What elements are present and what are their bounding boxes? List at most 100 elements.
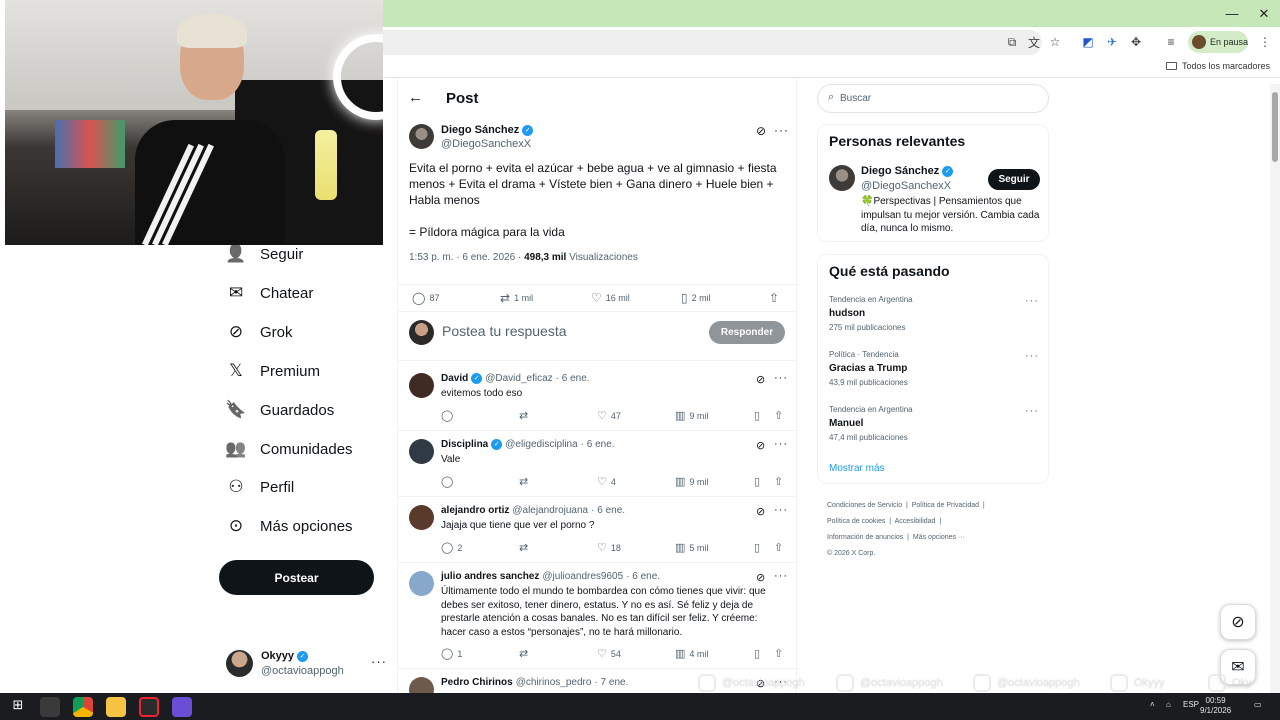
reply-author-name[interactable]: David (441, 373, 468, 384)
nav-item-perfil[interactable]: ⚇ Perfil (226, 477, 294, 497)
avatar[interactable] (829, 165, 855, 191)
more-icon[interactable]: ··· (1025, 350, 1039, 362)
reply-author-name[interactable]: julio andres sanchez (441, 571, 539, 582)
translate-icon[interactable]: 文 (1026, 34, 1042, 50)
avatar[interactable] (409, 124, 434, 149)
reply-button[interactable]: ◯ (441, 475, 457, 488)
search-box[interactable]: ⌕ Buscar (817, 84, 1049, 113)
avatar[interactable] (409, 677, 434, 693)
grok-float-button[interactable]: ⊘ (1220, 604, 1256, 640)
relevant-name-row[interactable]: Diego Sánchez ✓ (861, 165, 954, 177)
nav-item-premium[interactable]: 𝕏 Premium (226, 361, 320, 381)
chrome-icon[interactable] (73, 697, 93, 717)
grok-icon[interactable]: ⊘ (756, 439, 765, 452)
grok-icon[interactable]: ⊘ (756, 124, 766, 138)
share-button[interactable]: ⇧ (774, 541, 783, 554)
avatar[interactable] (409, 571, 434, 596)
post-button[interactable]: Postear (219, 560, 374, 595)
more-icon[interactable]: ··· (774, 123, 789, 137)
avatar[interactable] (409, 373, 434, 398)
reply-button[interactable]: ◯ 1 (441, 647, 462, 660)
author-name-row[interactable]: Diego Sánchez ✓ (441, 124, 534, 136)
reply-date[interactable]: · 7 ene. (594, 677, 628, 688)
reply-author-handle[interactable]: @chirinos_pedro (516, 677, 592, 688)
reply-date[interactable]: · 6 ene. (556, 373, 590, 384)
reply-author-handle[interactable]: @eligedisciplina (505, 439, 577, 450)
reply-post[interactable]: David ✓ @David_eficaz · 6 ene. ⊘ ··· evite… (398, 365, 796, 431)
windows-start-icon[interactable]: ⊞ (8, 697, 28, 717)
bookmark-button[interactable]: ▯ (754, 647, 760, 660)
profile-chip[interactable]: En pausa (1188, 31, 1248, 53)
footer-link[interactable]: Política de cookies (827, 518, 885, 525)
more-icon[interactable]: ··· (774, 570, 788, 582)
relevant-handle[interactable]: @DiegoSanchexX (861, 180, 951, 192)
address-bar[interactable] (383, 30, 1042, 55)
nav-item-más-opciones[interactable]: ⊙ Más opciones (226, 516, 353, 536)
post-time[interactable]: 1:53 p. m. · 6 ene. 2026 · (409, 252, 524, 263)
reply-author-name[interactable]: alejandro ortiz (441, 505, 509, 516)
reply-date[interactable]: · 6 ene. (581, 439, 615, 450)
reply-post[interactable]: Disciplina ✓ @eligedisciplina · 6 ene. ⊘… (398, 431, 796, 497)
language-indicator[interactable]: ESP (1183, 700, 1199, 709)
grok-icon[interactable]: ⊘ (756, 373, 765, 386)
reply-button[interactable]: ◯ 2 (441, 541, 462, 554)
reply-submit-button[interactable]: Responder (709, 321, 785, 344)
more-icon[interactable]: ··· (1025, 405, 1039, 417)
share-button[interactable]: ⇧ (769, 291, 779, 305)
account-switcher[interactable]: Okyyy ✓ @octavioappogh ··· (226, 648, 386, 680)
install-app-icon[interactable]: ⧉ (1004, 34, 1020, 50)
grok-icon[interactable]: ⊘ (756, 505, 765, 518)
search-input[interactable]: Buscar (840, 93, 871, 104)
nav-item-grok[interactable]: ⊘ Grok (226, 322, 293, 342)
obs-icon[interactable] (139, 697, 159, 717)
discord-icon[interactable] (172, 697, 192, 717)
reply-date[interactable]: · 6 ene. (626, 571, 660, 582)
reply-post[interactable]: julio andres sanchez ✓ @julioandres9605 … (398, 563, 796, 669)
clock[interactable]: 00:59 9/1/2026 (1200, 696, 1231, 716)
trend-item[interactable]: Tendencia en Argentina hudson 275 mil pu… (829, 295, 1039, 332)
trend-item[interactable]: Política · Tendencia Gracias a Trump 43,… (829, 350, 1039, 387)
like-button[interactable]: ♡ 16 mil (591, 291, 630, 305)
nav-item-chatear[interactable]: ✉ Chatear (226, 283, 314, 303)
footer-link[interactable]: Política de Privacidad (912, 502, 979, 509)
bookmark-button[interactable]: ▯ 2 mil (681, 291, 711, 305)
scrollbar[interactable] (1270, 84, 1280, 693)
footer-link[interactable]: Condiciones de Servicio (827, 502, 902, 509)
reply-author-handle[interactable]: @David_eficaz (485, 373, 552, 384)
repost-button[interactable]: ⇄ (519, 409, 532, 422)
repost-button[interactable]: ⇄ 1 mil (500, 291, 533, 305)
more-icon[interactable]: ··· (774, 372, 788, 384)
more-icon[interactable]: ··· (774, 504, 788, 516)
footer-link[interactable]: Más opciones ··· (913, 534, 965, 541)
avatar[interactable] (409, 439, 434, 464)
all-bookmarks-button[interactable]: Todos los marcadores (1165, 61, 1270, 71)
media-control-icon[interactable]: ≡ (1163, 34, 1179, 50)
repost-button[interactable]: ⇄ (519, 541, 532, 554)
more-icon[interactable]: ··· (1025, 295, 1039, 307)
extension-icon[interactable]: ✈ (1104, 34, 1120, 50)
close-window-button[interactable]: ✕ (1248, 0, 1280, 27)
views-button[interactable]: ▥ 9 mil (675, 475, 708, 488)
scrollbar-thumb[interactable] (1272, 92, 1278, 162)
repost-button[interactable]: ⇄ (519, 475, 532, 488)
views-button[interactable]: ▥ 9 mil (675, 409, 708, 422)
media-player-icon[interactable] (40, 697, 60, 717)
grok-icon[interactable]: ⊘ (756, 571, 765, 584)
reply-author-name[interactable]: Pedro Chirinos (441, 677, 513, 688)
reply-button[interactable]: ◯ (441, 409, 457, 422)
avatar[interactable] (409, 505, 434, 530)
reply-author-handle[interactable]: @alejandrojuana (512, 505, 588, 516)
file-explorer-icon[interactable] (106, 697, 126, 717)
like-button[interactable]: ♡ 4 (597, 475, 616, 488)
like-button[interactable]: ♡ 18 (597, 541, 621, 554)
show-more-link[interactable]: Mostrar más (829, 463, 885, 474)
nav-item-seguir[interactable]: 👤 Seguir (225, 244, 303, 264)
nav-item-guardados[interactable]: 🔖 Guardados (225, 400, 334, 420)
footer-link[interactable]: Accesibilidad (895, 518, 936, 525)
bookmark-button[interactable]: ▯ (754, 409, 760, 422)
reply-author-name[interactable]: Disciplina (441, 439, 488, 450)
reply-post[interactable]: alejandro ortiz ✓ @alejandrojuana · 6 en… (398, 497, 796, 563)
bookmark-button[interactable]: ▯ (754, 475, 760, 488)
trend-item[interactable]: Tendencia en Argentina Manuel 47,4 mil p… (829, 405, 1039, 442)
views-button[interactable]: ▥ 5 mil (675, 541, 708, 554)
